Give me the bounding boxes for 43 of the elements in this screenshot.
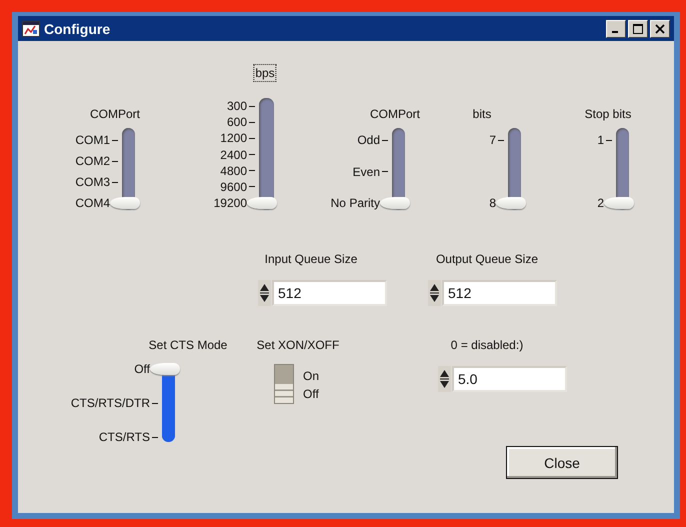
tick-label: COM1 [75, 132, 118, 148]
minimize-icon [612, 30, 618, 32]
minimize-button[interactable] [606, 20, 626, 38]
tick-label: 4800 [220, 162, 255, 179]
spinner-icon[interactable] [438, 366, 451, 392]
close-dialog-button[interactable]: Close [506, 446, 618, 479]
field-label: Input Queue Size [264, 251, 358, 267]
slider-label: Set CTS Mode [148, 337, 228, 353]
switch-option-label: Off [303, 386, 319, 402]
close-button[interactable] [650, 20, 670, 38]
spinner-icon[interactable] [428, 280, 441, 306]
maximize-button[interactable] [628, 20, 648, 38]
number-field[interactable]: 512 [272, 280, 387, 306]
close-icon [655, 24, 665, 34]
tick-label: Even [352, 164, 388, 180]
tick-label: 600 [226, 114, 255, 130]
tick-label: 1 [597, 132, 612, 148]
number-field[interactable]: 512 [442, 280, 557, 306]
tick-label: COM3 [75, 174, 118, 190]
tick-label: COM2 [75, 153, 118, 169]
slider-label: bps [253, 64, 277, 82]
slide-switch[interactable] [274, 364, 294, 404]
tick-label: 1200 [220, 130, 255, 146]
slider-label: COMPort [370, 106, 420, 122]
slider-label: bits [472, 106, 492, 122]
maximize-icon [633, 24, 643, 34]
spinner-icon[interactable] [258, 280, 271, 306]
tick-label: CTS/RTS [98, 429, 158, 445]
slider-label: Stop bits [584, 106, 632, 122]
tick-label: 2400 [220, 146, 255, 162]
tick-label: CTS/RTS/DTR [70, 395, 158, 411]
switch-option-label: On [303, 368, 320, 384]
tick-label: Odd [357, 132, 388, 148]
field-label: Output Queue Size [436, 251, 538, 267]
tick-label: 300 [226, 98, 255, 114]
app-icon [22, 20, 40, 36]
tick-label: 9600 [220, 178, 255, 195]
tick-label: 7 [489, 132, 504, 148]
slider-label: COMPort [90, 106, 140, 122]
field-label: 0 = disabled:) [450, 337, 524, 353]
number-field[interactable]: 5.0 [452, 366, 567, 392]
switch-label: Set XON/XOFF [256, 337, 340, 353]
window-title: Configure [44, 20, 110, 36]
